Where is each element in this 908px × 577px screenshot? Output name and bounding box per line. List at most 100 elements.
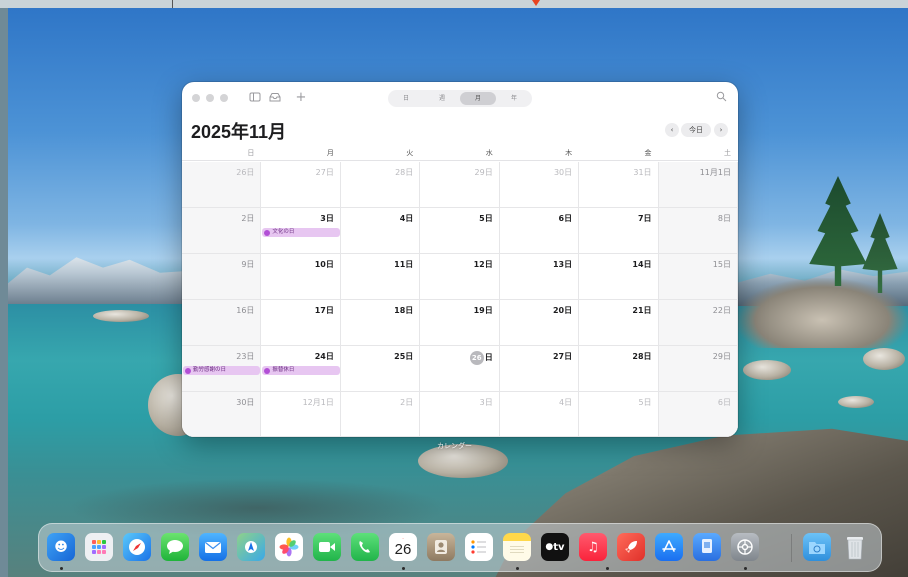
- month-grid: 26日 27日 28日 29日 30日 31日 11月1日 2日 3日 4日 5日 6日 7日 8日 9日 1…: [182, 162, 738, 437]
- day-cell[interactable]: 15日: [658, 254, 738, 300]
- day-cell[interactable]: 4日: [499, 392, 580, 437]
- day-cell[interactable]: 28日: [579, 346, 659, 392]
- event-chip[interactable]: 振替休日: [262, 366, 340, 375]
- app-store-icon[interactable]: [655, 533, 683, 561]
- day-number: 26日: [236, 168, 255, 177]
- day-cell[interactable]: 27日: [261, 162, 341, 208]
- wallpaper-mountains-left: [8, 257, 198, 304]
- facetime-icon[interactable]: [313, 533, 341, 561]
- day-number: 11日: [394, 260, 414, 269]
- day-cell[interactable]: 12月1日: [261, 392, 341, 437]
- day-cell[interactable]: 8日: [658, 208, 738, 254]
- chevron-left-icon: ‹: [670, 126, 674, 134]
- event-chip[interactable]: 文化の日: [262, 228, 340, 237]
- finder-icon[interactable]: ☻: [47, 533, 75, 561]
- safari-icon[interactable]: [123, 533, 151, 561]
- day-cell[interactable]: 22日: [658, 300, 738, 346]
- close-button[interactable]: [192, 94, 200, 102]
- launchpad-icon[interactable]: [85, 533, 113, 561]
- apple-tv-icon-glyph: ●: [545, 542, 554, 552]
- search-icon[interactable]: [714, 91, 728, 105]
- day-cell[interactable]: 13日: [499, 254, 580, 300]
- day-cell[interactable]: 21日: [579, 300, 659, 346]
- day-cell[interactable]: 2日: [340, 392, 421, 437]
- day-number: 13日: [552, 260, 573, 269]
- day-cell[interactable]: 9日: [182, 254, 262, 300]
- day-cell[interactable]: 26日: [182, 162, 262, 208]
- notes-icon[interactable]: [503, 533, 531, 561]
- day-number: 31日: [633, 168, 652, 177]
- contacts-icon[interactable]: [427, 533, 455, 561]
- photos-icon[interactable]: [275, 533, 303, 561]
- tab-week[interactable]: 週: [424, 90, 460, 107]
- tab-year[interactable]: 年: [496, 90, 532, 107]
- day-cell[interactable]: 12日: [420, 254, 500, 300]
- day-cell[interactable]: 7日: [579, 208, 659, 254]
- calendar-icon[interactable]: · 26: [389, 533, 417, 561]
- dock-divider: [791, 534, 792, 562]
- apple-tv-icon[interactable]: ● tv: [541, 533, 569, 561]
- day-cell[interactable]: 4日: [340, 208, 421, 254]
- event-chip[interactable]: 勤労感謝の日: [183, 366, 261, 375]
- day-cell[interactable]: 25日: [340, 346, 421, 392]
- day-cell[interactable]: 30日: [499, 162, 580, 208]
- day-cell[interactable]: 5日: [420, 208, 500, 254]
- day-number: 15日: [712, 260, 731, 269]
- day-number: 30日: [236, 398, 255, 407]
- downloads-folder-icon[interactable]: [803, 533, 831, 561]
- reminders-icon[interactable]: [465, 533, 493, 561]
- calendar-icon-day: 26: [394, 541, 412, 558]
- pointer-marker: [532, 0, 540, 6]
- day-cell[interactable]: 26日: [420, 346, 500, 392]
- inbox-icon[interactable]: [268, 91, 282, 105]
- day-cell[interactable]: 6日: [658, 392, 738, 437]
- day-number: 20日: [552, 306, 573, 315]
- day-cell[interactable]: 29日: [420, 162, 500, 208]
- view-switcher: 日 週 月 年: [388, 90, 532, 107]
- day-cell[interactable]: 27日: [499, 346, 580, 392]
- day-cell[interactable]: 2日: [182, 208, 262, 254]
- day-number: 22日: [712, 306, 731, 315]
- next-month-button[interactable]: ›: [714, 123, 728, 137]
- day-number: 14日: [632, 260, 652, 269]
- day-cell[interactable]: 10日: [261, 254, 341, 300]
- add-event-icon[interactable]: +: [294, 91, 308, 105]
- phone-icon[interactable]: [351, 533, 379, 561]
- system-settings-icon[interactable]: [731, 533, 759, 561]
- calendar-list-icon[interactable]: [248, 91, 262, 105]
- zoom-button[interactable]: [220, 94, 228, 102]
- today-indicator: 26: [469, 351, 484, 365]
- day-cell[interactable]: 20日: [499, 300, 580, 346]
- day-cell[interactable]: 29日: [658, 346, 738, 392]
- day-number: 2日: [400, 398, 414, 407]
- day-cell[interactable]: 31日: [579, 162, 659, 208]
- day-cell[interactable]: 19日: [420, 300, 500, 346]
- today-button[interactable]: 今日: [681, 123, 711, 137]
- rocket-icon[interactable]: [617, 533, 645, 561]
- day-cell[interactable]: 11日: [340, 254, 421, 300]
- previous-month-button[interactable]: ‹: [665, 123, 679, 137]
- day-cell[interactable]: 17日: [261, 300, 341, 346]
- day-cell[interactable]: 11月1日: [658, 162, 738, 208]
- day-cell[interactable]: 18日: [340, 300, 421, 346]
- running-indicator: [60, 567, 63, 570]
- day-cell[interactable]: 3日: [420, 392, 500, 437]
- minimize-button[interactable]: [206, 94, 214, 102]
- day-cell[interactable]: 6日: [499, 208, 580, 254]
- maps-icon[interactable]: [237, 533, 265, 561]
- preview-icon[interactable]: [693, 533, 721, 561]
- day-cell[interactable]: 5日: [579, 392, 659, 437]
- mail-icon[interactable]: [199, 533, 227, 561]
- trash-icon[interactable]: [841, 533, 869, 561]
- tab-month[interactable]: 月: [460, 92, 496, 105]
- day-cell[interactable]: 16日: [182, 300, 262, 346]
- tab-day[interactable]: 日: [388, 90, 424, 107]
- day-cell[interactable]: 30日: [182, 392, 262, 437]
- day-number: 8日: [717, 214, 731, 223]
- day-cell[interactable]: 28日: [340, 162, 421, 208]
- music-icon[interactable]: ♫: [579, 533, 607, 561]
- calendar-window: + 日 週 月 年 2025年11月 ‹ 今日 › 日 月 火 水 木 金 土 …: [182, 82, 738, 437]
- running-indicator: [606, 567, 609, 570]
- messages-icon[interactable]: [161, 533, 189, 561]
- day-cell[interactable]: 14日: [579, 254, 659, 300]
